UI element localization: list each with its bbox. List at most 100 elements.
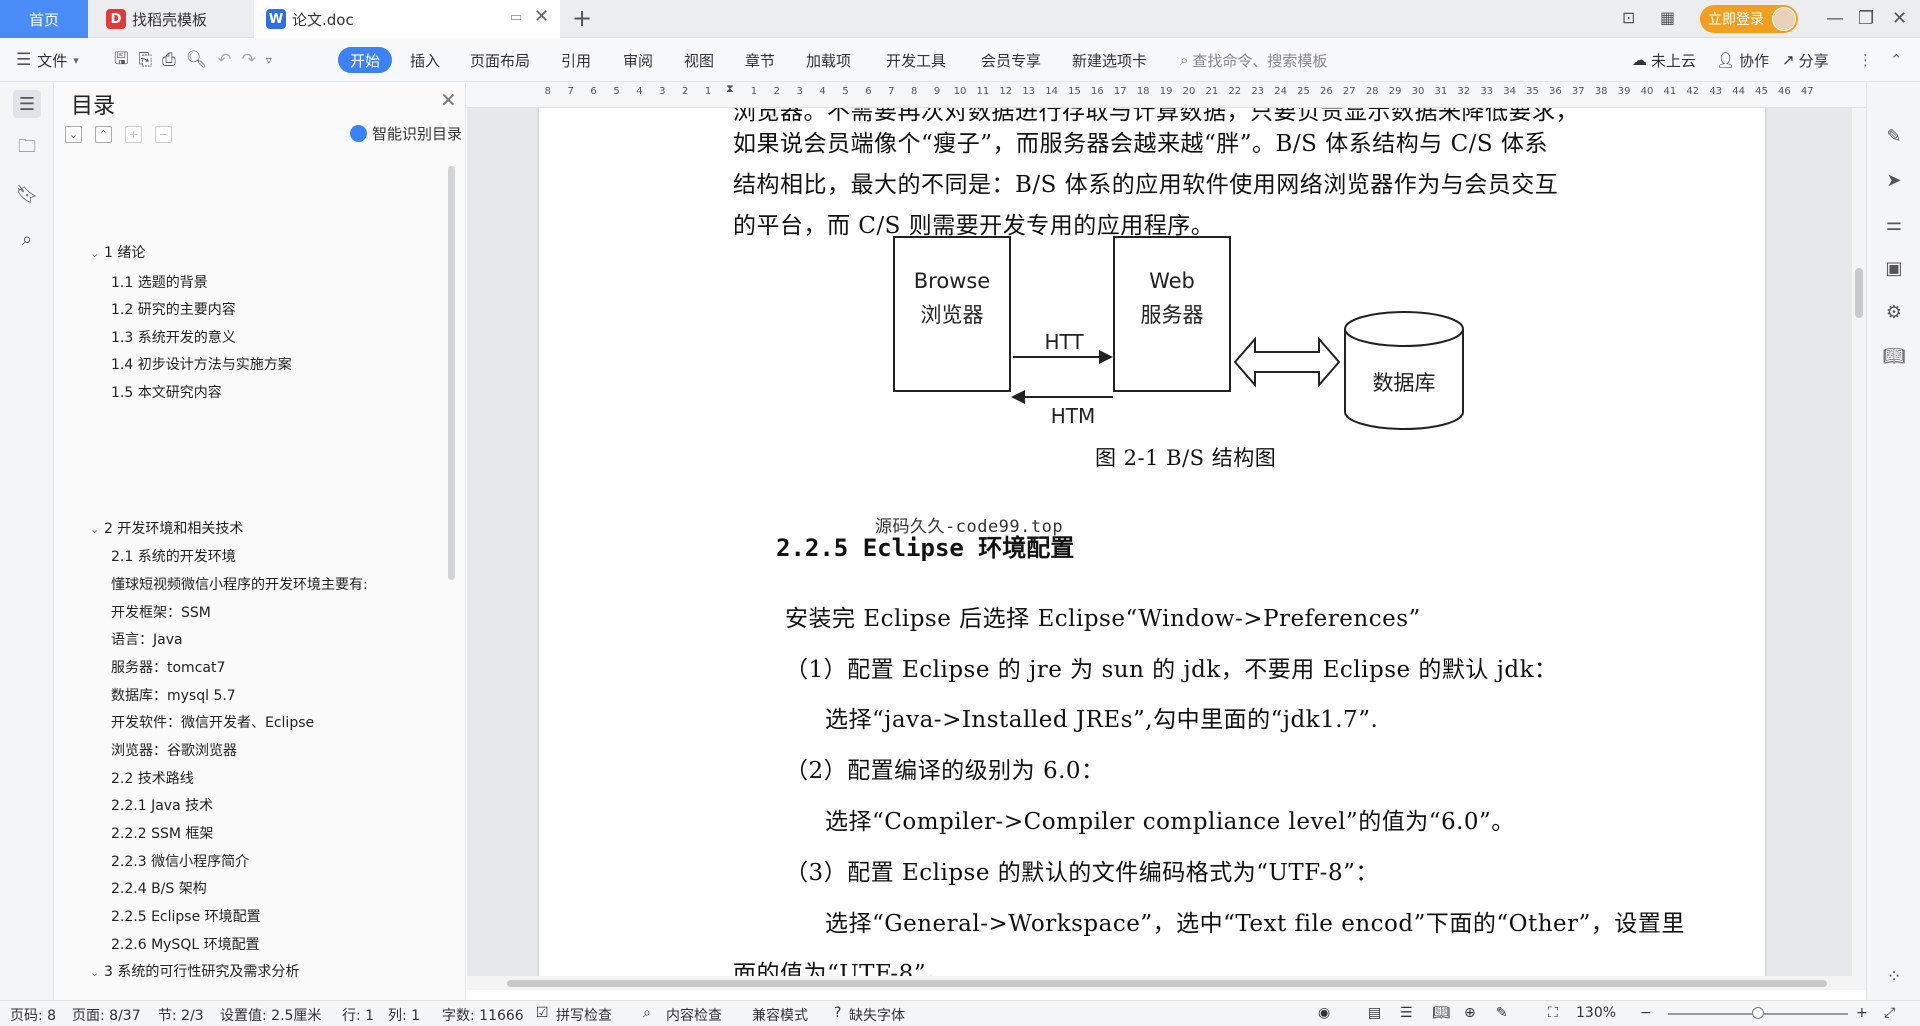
toc-item[interactable]: 2.2.5 Eclipse 环境配置 [111, 906, 261, 926]
pen-icon[interactable]: ✎ [1880, 122, 1908, 150]
find-icon[interactable]: ⌕ [13, 225, 41, 253]
export-icon[interactable]: ⎘ [138, 50, 152, 70]
page-view-icon[interactable]: ▤ [1368, 1005, 1381, 1021]
zoom-out-icon[interactable]: − [1640, 1005, 1652, 1021]
tab-addins[interactable]: 加载项 [806, 38, 851, 82]
toc-item[interactable]: 2.2 技术路线 [111, 768, 194, 788]
reading-icon[interactable]: 📖︎ [1880, 342, 1908, 370]
command-search[interactable]: ⌕ 查找命令、搜索模板 [1180, 38, 1327, 82]
vertical-scrollbar[interactable] [1852, 108, 1866, 976]
close-icon[interactable]: ✕ [440, 88, 457, 112]
login-button[interactable]: 立即登录 [1700, 5, 1798, 33]
tab-home[interactable]: 首页 [0, 0, 88, 38]
horizontal-scroll-thumb[interactable] [507, 980, 1827, 987]
spellcheck-button[interactable]: 拼写检查 [556, 1005, 612, 1025]
reading-view-icon[interactable]: 📖︎ [1432, 1005, 1450, 1021]
ai-assist-icon[interactable]: ⚙ [1880, 298, 1908, 326]
undo-icon[interactable]: ↶ [217, 50, 231, 70]
close-tab-icon[interactable]: ✕ [534, 6, 549, 27]
redo-icon[interactable]: ↷ [242, 50, 256, 70]
eye-protect-icon[interactable]: ◉ [1318, 1005, 1330, 1021]
toc-item[interactable]: 懂球短视频微信小程序的开发环境主要有: [111, 574, 368, 594]
toc-item[interactable]: 2.2.1 Java 技术 [111, 795, 213, 815]
tab-view[interactable]: 视图 [684, 38, 714, 82]
tab-developer[interactable]: 开发工具 [886, 38, 946, 82]
vertical-scroll-thumb[interactable] [1855, 268, 1863, 318]
remove-item-icon[interactable]: − [155, 126, 172, 143]
more-options-icon[interactable]: ⋮ [1858, 38, 1873, 82]
tab-page-layout[interactable]: 页面布局 [470, 38, 530, 82]
expand-all-icon[interactable]: ⌃ [95, 126, 112, 143]
minimize-icon[interactable]: — [1826, 8, 1844, 29]
tab-template[interactable]: D 找稻壳模板 [92, 0, 250, 38]
close-window-icon[interactable]: ✕ [1892, 8, 1907, 29]
horizontal-scrollbar[interactable] [467, 976, 1866, 990]
content-check-button[interactable]: 内容检查 [666, 1005, 722, 1025]
toc-item[interactable]: 2.1 系统的开发环境 [111, 546, 236, 566]
toc-item[interactable]: 2.2.4 B/S 架构 [111, 878, 207, 898]
toc-item[interactable]: 服务器：tomcat7 [111, 657, 225, 677]
section-nav-icon[interactable]: 🗀 [13, 135, 41, 163]
tab-start[interactable]: 开始 [338, 47, 393, 73]
toc-panel-icon[interactable]: ☰ [13, 90, 41, 118]
toc-item[interactable]: 数据库：mysql 5.7 [111, 685, 236, 705]
quick-access-more-icon[interactable]: ▿ [266, 53, 272, 67]
toc-item[interactable]: 浏览器：谷歌浏览器 [111, 740, 237, 760]
tab-member[interactable]: 会员专享 [981, 38, 1041, 82]
toc-item[interactable]: 开发软件：微信开发者、Eclipse [111, 712, 314, 732]
toc-item[interactable]: 2.2.2 SSM 框架 [111, 823, 213, 843]
web-view-icon[interactable]: ⊕ [1464, 1005, 1476, 1021]
toc-item[interactable]: 1.1 选题的背景 [111, 272, 208, 292]
apps-grid-icon[interactable]: ▦ [1660, 8, 1675, 27]
tab-review[interactable]: 审阅 [623, 38, 653, 82]
print-icon[interactable]: ⎙ [162, 50, 176, 70]
tab-document[interactable]: W 论文.doc ▭ ✕ [254, 0, 560, 38]
zoom-slider-thumb[interactable] [1752, 1007, 1764, 1019]
cloud-status[interactable]: ☁ 未上云 [1632, 38, 1696, 82]
adjust-icon[interactable]: ⚌ [1880, 210, 1908, 238]
collapse-ribbon-icon[interactable]: ⌃ [1890, 38, 1903, 82]
zoom-level[interactable]: 130% [1576, 1005, 1616, 1021]
fullscreen-icon[interactable]: ⤢ [1884, 1005, 1895, 1021]
collapse-all-icon[interactable]: ⌄ [65, 126, 82, 143]
restore-icon[interactable]: ❐ [1858, 8, 1874, 29]
status-wordcount[interactable]: 字数: 11666 [442, 1005, 524, 1025]
toc-item[interactable]: 开发框架：SSM [111, 602, 211, 622]
tab-references[interactable]: 引用 [561, 38, 591, 82]
chevron-down-icon[interactable]: ⌄ [90, 966, 104, 979]
toc-chapter-item[interactable]: ⌄ 3 系统的可行性研究及需求分析 [90, 961, 299, 981]
chevron-down-icon[interactable]: ⌄ [90, 523, 104, 536]
write-mode-icon[interactable]: ✎ [1496, 1005, 1508, 1021]
missing-font-button[interactable]: 缺失字体 [849, 1005, 905, 1025]
toc-item[interactable]: 1.5 本文研究内容 [111, 382, 222, 402]
smart-toc-button[interactable]: 智能识别目录 [350, 123, 462, 144]
toc-chapter-item[interactable]: ⌄ 1 绪论 [90, 242, 145, 262]
add-item-icon[interactable]: + [125, 126, 142, 143]
tab-new[interactable]: 新建选项卡 [1072, 38, 1147, 82]
print-preview-icon[interactable]: 🔍︎ [186, 50, 208, 70]
horizontal-ruler[interactable]: 8 7 6 5 4 3 2 1 1 2 3 4 5 6 7 8 9 10 11 12 13 14 15 16 17 18 19 20 2… [467, 82, 1866, 108]
toc-item[interactable]: 2.2.3 微信小程序简介 [111, 851, 249, 871]
image-tool-icon[interactable]: ▣ [1880, 254, 1908, 282]
toc-item[interactable]: 1.3 系统开发的意义 [111, 327, 236, 347]
toc-chapter-item[interactable]: ⌄ 2 开发环境和相关技术 [90, 518, 243, 538]
toc-item[interactable]: 1.2 研究的主要内容 [111, 299, 236, 319]
tab-chapter[interactable]: 章节 [745, 38, 775, 82]
fit-page-icon[interactable]: ⛶ [1548, 1005, 1558, 1021]
toc-item[interactable]: 语言：Java [111, 629, 183, 649]
file-menu[interactable]: ☰ 文件 ▾ [16, 38, 79, 82]
toc-item[interactable]: 2.2.6 MySQL 环境配置 [111, 934, 260, 954]
bookmark-icon[interactable]: 🔖︎ [13, 180, 41, 208]
toc-scrollbar[interactable] [448, 166, 455, 580]
toc-item[interactable]: 1.4 初步设计方法与实施方案 [111, 354, 292, 374]
indent-marker-icon[interactable]: ⧗ [726, 82, 734, 96]
new-tab-button[interactable]: + [572, 6, 592, 30]
status-page[interactable]: 页面: 8/37 [72, 1005, 141, 1025]
share-button[interactable]: ↗ 分享 [1782, 38, 1829, 82]
chevron-down-icon[interactable]: ⌄ [90, 247, 104, 260]
outline-view-icon[interactable]: ☰ [1400, 1005, 1413, 1021]
collaborate-button[interactable]: 👤︎ 协作 [1716, 38, 1769, 82]
float-window-icon[interactable]: ▭ [510, 10, 522, 25]
layout-icon[interactable]: ⊡ [1622, 8, 1635, 27]
more-tools-icon[interactable]: ⁘ [1880, 962, 1908, 990]
